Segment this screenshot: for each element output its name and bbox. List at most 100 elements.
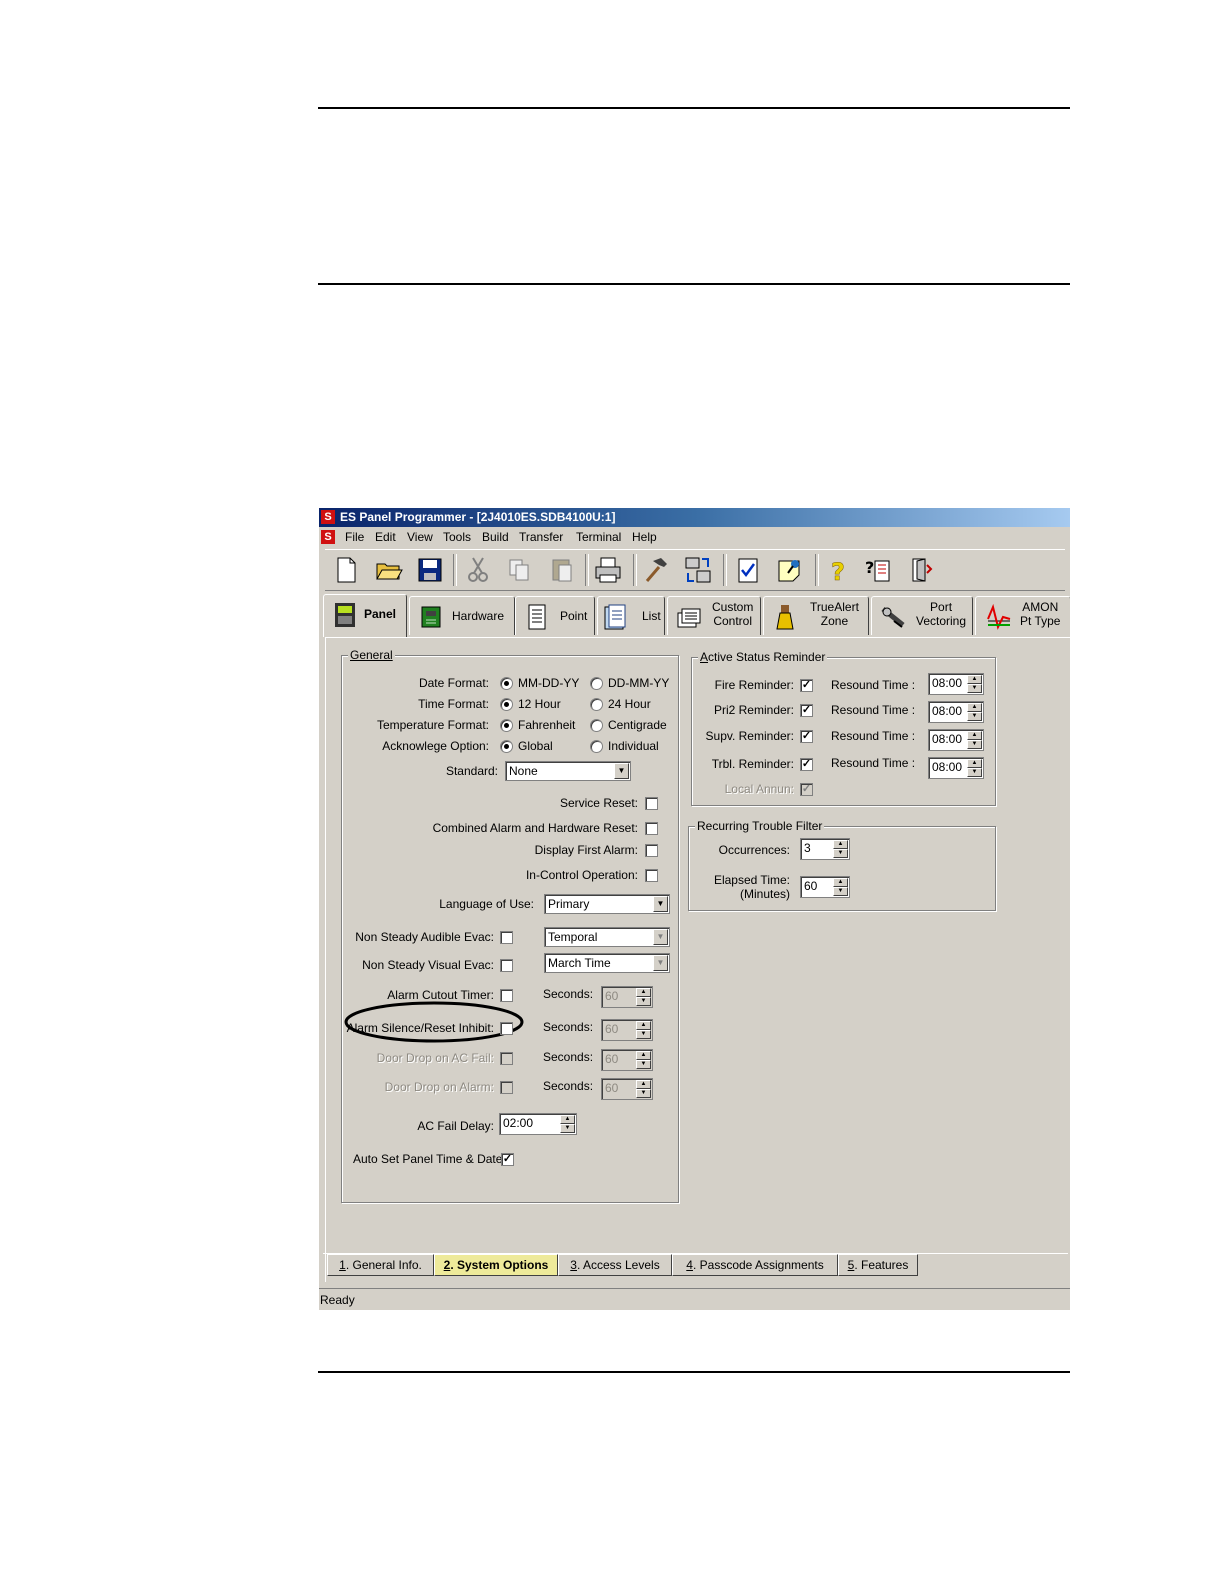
spin-up-icon[interactable]: ▲ [967,731,982,740]
tab-panel[interactable]: Panel [323,594,407,637]
supv-resound-spinner[interactable]: 08:00 ▲ ▼ [928,729,984,751]
trbl-resound-spinner[interactable]: 08:00 ▲ ▼ [928,757,984,779]
silence-inhibit-checkbox[interactable] [500,1022,513,1035]
spin-up-icon[interactable]: ▲ [967,675,982,684]
menu-build[interactable]: Build [482,527,509,547]
auto-set-time-checkbox[interactable]: ✓ [501,1153,514,1166]
temperature-centigrade-radio[interactable] [590,719,603,732]
door-drop-ac-seconds-spinner[interactable]: 60 ▲ ▼ [601,1049,653,1071]
standard-select[interactable]: None ▼ [505,761,631,781]
save-icon[interactable] [415,555,445,585]
checklist-icon[interactable] [733,555,763,585]
menu-edit[interactable]: Edit [375,527,396,547]
build-hammer-icon[interactable] [641,555,671,585]
spin-down-icon[interactable]: ▼ [636,1030,651,1039]
spin-up-icon[interactable]: ▲ [967,759,982,768]
spin-down-icon[interactable]: ▼ [636,997,651,1006]
date-format-ddmmyy-radio[interactable] [590,677,603,690]
local-annun-checkbox[interactable]: ✓ [800,783,813,796]
spin-up-icon[interactable]: ▲ [636,1080,651,1089]
spin-up-icon[interactable]: ▲ [636,1051,651,1060]
language-select[interactable]: Primary ▼ [544,894,670,914]
spin-up-icon[interactable]: ▲ [636,1021,651,1030]
acknowledge-individual-radio[interactable] [590,740,603,753]
spin-down-icon[interactable]: ▼ [636,1089,651,1098]
tab-amon-pt-type[interactable]: AMON Pt Type [975,596,1070,635]
door-drop-alarm-checkbox[interactable] [500,1081,513,1094]
help-icon[interactable]: ? [823,555,853,587]
silence-inhibit-seconds-spinner[interactable]: 60 ▲ ▼ [601,1019,653,1041]
tab-system-options[interactable]: 2. System Options [434,1254,558,1276]
visual-evac-select[interactable]: March Time ▼ [544,953,670,973]
chevron-down-icon[interactable]: ▼ [653,929,668,945]
spin-down-icon[interactable]: ▼ [967,768,982,777]
door-drop-ac-checkbox[interactable] [500,1052,513,1065]
exit-door-icon[interactable] [905,555,935,585]
menu-file[interactable]: File [345,527,364,547]
new-document-icon[interactable] [331,555,361,585]
in-control-checkbox[interactable] [645,869,658,882]
spin-up-icon[interactable]: ▲ [967,703,982,712]
context-help-icon[interactable]: ? [863,555,893,585]
acknowledge-global-radio[interactable] [500,740,513,753]
open-folder-icon[interactable] [374,555,404,585]
menu-help[interactable]: Help [632,527,657,547]
tab-hardware[interactable]: Hardware [409,596,515,635]
door-drop-alarm-seconds-spinner[interactable]: 60 ▲ ▼ [601,1078,653,1100]
document-system-menu-icon[interactable]: S [321,530,335,544]
spin-up-icon[interactable]: ▲ [833,840,848,849]
spin-down-icon[interactable]: ▼ [833,887,848,896]
tab-access-levels[interactable]: 3. Access Levels [558,1254,672,1276]
date-format-mmddyy-radio[interactable] [500,677,513,690]
paste-icon[interactable] [547,555,577,585]
supv-reminder-checkbox[interactable]: ✓ [800,730,813,743]
spin-down-icon[interactable]: ▼ [833,849,848,858]
tab-port-vectoring[interactable]: Port Vectoring [871,596,973,635]
fire-reminder-checkbox[interactable]: ✓ [800,679,813,692]
occurrences-spinner[interactable]: 3 ▲ ▼ [800,838,850,860]
ac-fail-delay-spinner[interactable]: 02:00 ▲ ▼ [499,1113,577,1135]
tab-custom-control[interactable]: Custom Control [667,596,761,635]
spin-down-icon[interactable]: ▼ [967,740,982,749]
service-reset-checkbox[interactable] [645,797,658,810]
audible-evac-checkbox[interactable] [500,931,513,944]
print-icon[interactable] [593,555,623,585]
spin-up-icon[interactable]: ▲ [833,878,848,887]
tab-list[interactable]: List [597,596,665,635]
spin-up-icon[interactable]: ▲ [636,988,651,997]
chevron-down-icon[interactable]: ▼ [653,896,668,912]
tab-features[interactable]: 5. Features [838,1254,918,1276]
spin-down-icon[interactable]: ▼ [967,712,982,721]
menu-transfer[interactable]: Transfer [519,527,563,547]
display-first-alarm-checkbox[interactable] [645,844,658,857]
chevron-down-icon[interactable]: ▼ [614,763,629,779]
pri2-resound-spinner[interactable]: 08:00 ▲ ▼ [928,701,984,723]
temperature-fahrenheit-radio[interactable] [500,719,513,732]
elapsed-time-spinner[interactable]: 60 ▲ ▼ [800,876,850,898]
spin-down-icon[interactable]: ▼ [636,1060,651,1069]
alarm-cutout-seconds-spinner[interactable]: 60 ▲ ▼ [601,986,653,1008]
tab-passcode-assignments[interactable]: 4. Passcode Assignments [672,1254,838,1276]
tab-truealert-zone[interactable]: TrueAlert Zone [763,596,869,635]
transfer-icon[interactable] [683,555,713,585]
menu-tools[interactable]: Tools [443,527,471,547]
visual-evac-checkbox[interactable] [500,959,513,972]
combined-reset-checkbox[interactable] [645,822,658,835]
pri2-reminder-checkbox[interactable]: ✓ [800,704,813,717]
trbl-reminder-checkbox[interactable]: ✓ [800,758,813,771]
spin-down-icon[interactable]: ▼ [560,1124,575,1133]
fire-resound-spinner[interactable]: 08:00 ▲ ▼ [928,673,984,695]
spin-up-icon[interactable]: ▲ [560,1115,575,1124]
copy-icon[interactable] [505,555,535,585]
spin-down-icon[interactable]: ▼ [967,684,982,693]
chevron-down-icon[interactable]: ▼ [653,955,668,971]
tab-general-info[interactable]: 1. General Info. [327,1254,434,1276]
tab-point[interactable]: Point [515,596,595,635]
menu-terminal[interactable]: Terminal [576,527,621,547]
cut-icon[interactable] [463,555,493,585]
pushpin-note-icon[interactable] [775,555,805,585]
audible-evac-select[interactable]: Temporal ▼ [544,927,670,947]
time-format-12h-radio[interactable] [500,698,513,711]
time-format-24h-radio[interactable] [590,698,603,711]
menu-view[interactable]: View [407,527,433,547]
